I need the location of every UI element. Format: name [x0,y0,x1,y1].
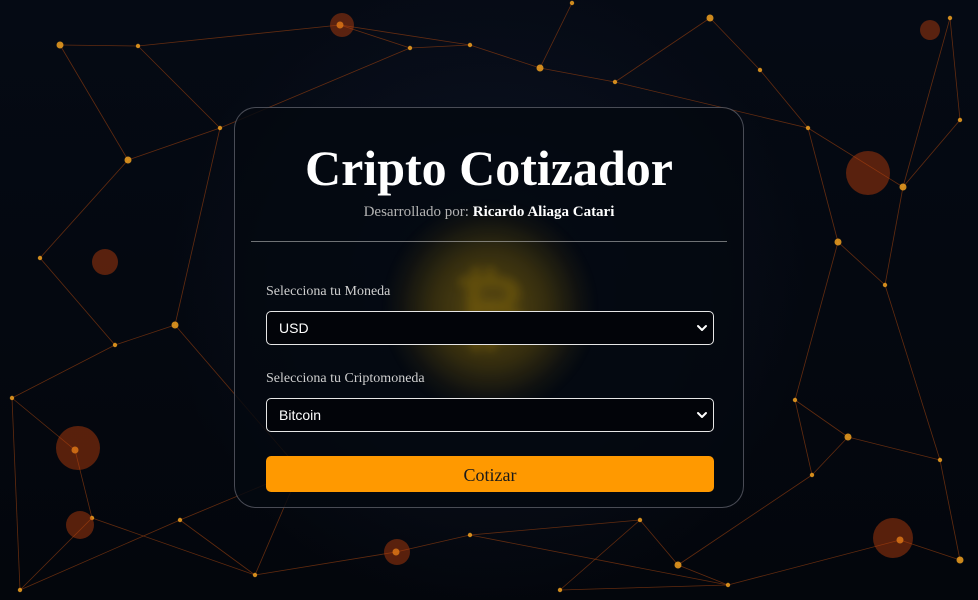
network-line [902,17,951,188]
network-line [19,519,181,591]
quote-card: ₿ Cripto Cotizador Desarrollado por: Ric… [234,107,744,508]
network-node [536,64,544,72]
network-node [217,125,223,131]
credit-prefix: Desarrollado por: [363,204,469,220]
network-line [939,459,961,561]
bokeh-light [66,511,94,539]
network-line [884,284,941,461]
network-node [56,41,64,49]
crypto-select-value: Bitcoin [279,407,322,423]
network-line [174,127,221,326]
network-node [124,156,132,164]
network-node [792,397,798,403]
network-node [637,517,643,523]
network-node [17,587,23,593]
currency-label: Selecciona tu Moneda [266,284,391,299]
credit-author: Ricardo Aliaga Catari [472,204,615,220]
crypto-select[interactable]: Bitcoin [266,398,714,432]
network-node [569,0,575,6]
network-line [179,519,256,576]
network-line [39,159,129,259]
network-line [11,344,116,399]
network-line [884,186,904,286]
network-node [171,321,179,329]
network-node [956,556,964,564]
network-line [811,436,849,476]
network-line [709,17,761,71]
network-line [794,241,839,401]
network-node [957,117,963,123]
network-node [725,582,731,588]
network-node [805,125,811,131]
network-line [847,436,941,461]
bokeh-light [56,426,100,470]
bokeh-light [873,518,913,558]
network-line [759,69,809,129]
chevron-down-icon [697,325,707,331]
network-line [11,397,21,591]
network-line [409,44,471,49]
bokeh-light [920,20,940,40]
network-line [469,519,641,536]
network-node [844,433,852,441]
crypto-label: Selecciona tu Criptomoneda [266,371,425,386]
network-line [902,119,961,188]
network-node [834,238,842,246]
network-node [112,342,118,348]
network-line [469,44,541,69]
divider [251,241,727,242]
currency-select-value: USD [279,320,309,336]
network-line [539,2,573,69]
network-node [612,79,618,85]
network-line [614,17,711,83]
network-node [37,255,43,261]
network-line [837,241,886,286]
network-node [899,183,907,191]
developer-credit: Desarrollado por: Ricardo Aliaga Catari [235,204,743,221]
network-line [59,44,129,161]
network-node [706,14,714,22]
network-node [557,587,563,593]
network-line [794,399,813,476]
network-node [177,517,183,523]
network-line [137,24,341,47]
currency-select[interactable]: USD [266,311,714,345]
network-line [794,399,849,438]
network-line [469,534,729,586]
page-title: Cripto Cotizador [305,140,673,196]
network-line [807,127,839,243]
network-node [674,561,682,569]
network-line [539,67,616,83]
network-line [127,127,221,161]
network-line [639,519,679,566]
network-node [809,472,815,478]
network-line [339,24,471,46]
network-node [882,282,888,288]
network-line [559,584,729,591]
network-line [91,517,256,576]
network-node [9,395,15,401]
network-node [947,15,953,21]
network-node [407,45,413,51]
network-node [467,42,473,48]
chevron-down-icon [697,412,707,418]
bokeh-light [330,13,354,37]
network-line [59,44,139,47]
network-line [727,539,901,586]
network-line [254,551,397,576]
network-node [467,532,473,538]
network-node [757,67,763,73]
network-line [677,564,729,586]
cotizar-button[interactable]: Cotizar [266,456,714,492]
bokeh-light [846,151,890,195]
network-line [114,324,176,346]
bokeh-light [384,539,410,565]
network-line [137,45,221,129]
network-node [937,457,943,463]
network-node [252,572,258,578]
network-node [135,43,141,49]
network-line [949,17,961,121]
bokeh-light [92,249,118,275]
